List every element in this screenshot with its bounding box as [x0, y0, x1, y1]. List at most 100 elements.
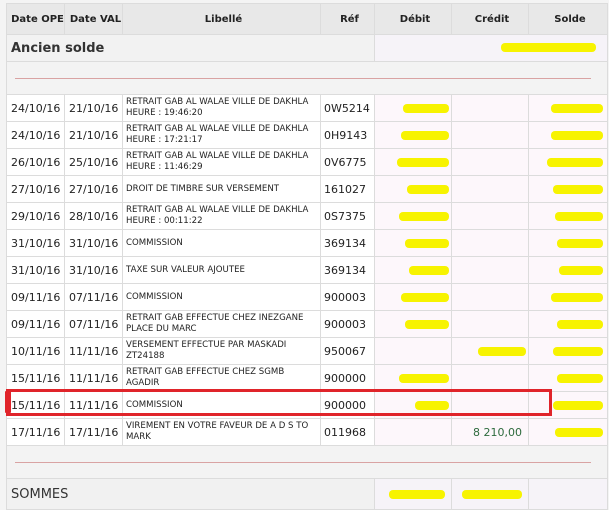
header-solde: Solde [528, 3, 608, 35]
row-libelle: RETRAIT GAB AL WALAE VILLE DE DAKHLA HEU… [122, 148, 321, 176]
redaction-mark [401, 293, 449, 302]
row-libelle: COMMISSION [122, 283, 321, 311]
row-credit [451, 148, 529, 176]
row-ref: 0H9143 [320, 121, 375, 149]
row-solde [528, 121, 608, 149]
row-date-ope: 31/10/16 [6, 256, 65, 284]
table-row: 10/11/16 11/11/16 VERSEMENT EFFECTUE PAR M… [6, 337, 608, 365]
row-debit [374, 283, 452, 311]
header-date-ope: Date OPE [6, 3, 65, 35]
table-row: 24/10/16 21/10/16 RETRAIT GAB AL WALAE VIL… [6, 94, 608, 122]
redaction-mark [415, 401, 449, 410]
row-date-ope: 15/11/16 [6, 391, 65, 419]
separator-row-bottom [6, 445, 608, 479]
row-date-val: 11/11/16 [64, 391, 123, 419]
table-row: 15/11/16 11/11/16 RETRAIT GAB EFFECTUE CHE… [6, 364, 608, 392]
row-debit [374, 337, 452, 365]
row-date-val: 21/10/16 [64, 121, 123, 149]
row-date-val: 11/11/16 [64, 364, 123, 392]
row-ref: 011968 [320, 418, 375, 446]
row-solde [528, 175, 608, 203]
statement-container: Date OPE Date VAL Libellé Réf Débit Créd… [5, 3, 608, 510]
row-solde [528, 148, 608, 176]
row-date-val: 07/11/16 [64, 283, 123, 311]
redaction-mark [557, 320, 603, 329]
row-ref: 0W5214 [320, 94, 375, 122]
redaction-mark [551, 104, 603, 113]
row-date-val: 31/10/16 [64, 256, 123, 284]
row-date-ope: 26/10/16 [6, 148, 65, 176]
table-row: 09/11/16 07/11/16 COMMISSION 900003 [6, 283, 608, 311]
statement-table: Date OPE Date VAL Libellé Réf Débit Créd… [6, 3, 608, 510]
sommes-credit-redacted [451, 478, 529, 510]
row-libelle: VIREMENT EN VOTRE FAVEUR DE A D S TO MAR… [122, 418, 321, 446]
row-solde [528, 418, 608, 446]
row-ref: 900000 [320, 364, 375, 392]
row-solde [528, 337, 608, 365]
row-libelle: COMMISSION [122, 229, 321, 257]
row-ref: 900000 [320, 391, 375, 419]
row-credit [451, 364, 529, 392]
row-solde [528, 202, 608, 230]
row-credit [451, 94, 529, 122]
transactions-body: 24/10/16 21/10/16 RETRAIT GAB AL WALAE VIL… [6, 94, 608, 446]
row-libelle: RETRAIT GAB AL WALAE VILLE DE DAKHLA HEU… [122, 202, 321, 230]
table-row: 15/11/16 11/11/16 COMMISSION 900000 [6, 391, 608, 419]
row-credit [451, 256, 529, 284]
row-solde [528, 283, 608, 311]
table-row: 31/10/16 31/10/16 TAXE SUR VALEUR AJOUTEE 3… [6, 256, 608, 284]
redaction-mark [389, 490, 445, 499]
sommes-solde-redacted [528, 478, 608, 510]
table-row: 29/10/16 28/10/16 RETRAIT GAB AL WALAE VIL… [6, 202, 608, 230]
table-row: 31/10/16 31/10/16 COMMISSION 369134 [6, 229, 608, 257]
annotation-marker [5, 391, 11, 413]
row-date-ope: 27/10/16 [6, 175, 65, 203]
row-solde [528, 94, 608, 122]
header-credit: Crédit [451, 3, 529, 35]
row-debit [374, 418, 452, 446]
row-libelle: RETRAIT GAB AL WALAE VILLE DE DAKHLA HEU… [122, 94, 321, 122]
redaction-mark [553, 347, 603, 356]
redaction-mark [478, 347, 526, 356]
redaction-mark [557, 239, 603, 248]
redaction-mark [551, 293, 603, 302]
row-debit [374, 364, 452, 392]
row-libelle: RETRAIT GAB EFFECTUE CHEZ INEZGANE PLACE… [122, 310, 321, 338]
redaction-mark [553, 401, 603, 410]
row-ref: 369134 [320, 256, 375, 284]
row-debit [374, 148, 452, 176]
row-date-ope: 09/11/16 [6, 283, 65, 311]
row-date-val: 31/10/16 [64, 229, 123, 257]
redaction-mark [405, 239, 449, 248]
table-row: 26/10/16 25/10/16 RETRAIT GAB AL WALAE VIL… [6, 148, 608, 176]
row-credit [451, 310, 529, 338]
row-date-ope: 10/11/16 [6, 337, 65, 365]
row-libelle: COMMISSION [122, 391, 321, 419]
row-credit [451, 391, 529, 419]
ancien-solde-value-redacted [374, 34, 608, 62]
sommes-row: SOMMES [6, 478, 608, 510]
row-date-ope: 15/11/16 [6, 364, 65, 392]
redaction-mark [405, 320, 449, 329]
redaction-mark [501, 43, 596, 52]
row-libelle: RETRAIT GAB AL WALAE VILLE DE DAKHLA HEU… [122, 121, 321, 149]
row-solde [528, 364, 608, 392]
ancien-solde-row: Ancien solde [6, 34, 608, 62]
row-debit [374, 175, 452, 203]
row-libelle: VERSEMENT EFFECTUE PAR MASKADI ZT24188 [122, 337, 321, 365]
row-libelle: RETRAIT GAB EFFECTUE CHEZ SGMB AGADIR [122, 364, 321, 392]
row-debit [374, 121, 452, 149]
table-row: 27/10/16 27/10/16 DROIT DE TIMBRE SUR VERS… [6, 175, 608, 203]
row-debit [374, 256, 452, 284]
row-credit [451, 283, 529, 311]
red-divider [15, 77, 591, 79]
row-debit [374, 229, 452, 257]
row-ref: 161027 [320, 175, 375, 203]
row-debit [374, 391, 452, 419]
row-credit [451, 202, 529, 230]
row-debit [374, 202, 452, 230]
row-libelle: DROIT DE TIMBRE SUR VERSEMENT [122, 175, 321, 203]
row-ref: 369134 [320, 229, 375, 257]
separator-cell [6, 61, 608, 95]
row-ref: 900003 [320, 283, 375, 311]
